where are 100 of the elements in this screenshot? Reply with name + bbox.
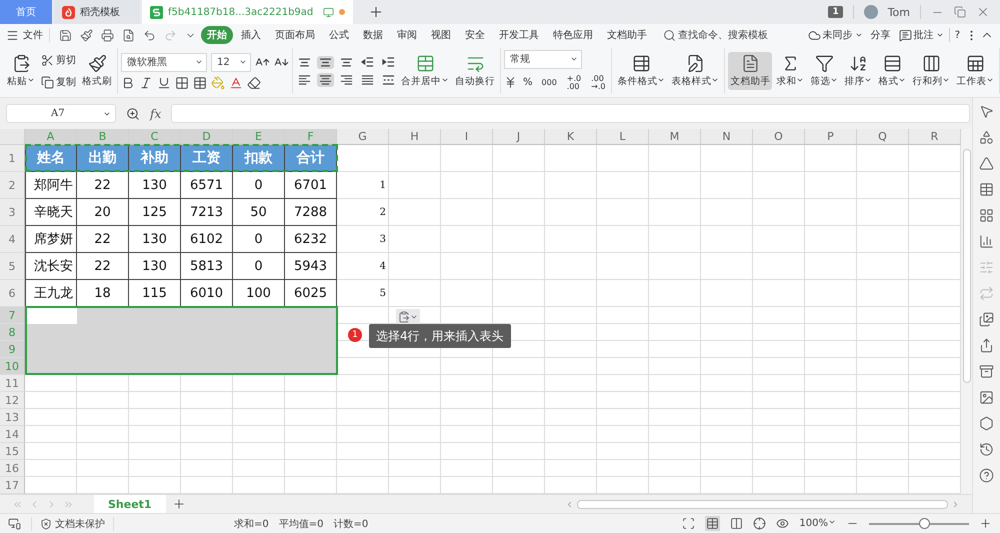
add-sheet-icon[interactable] bbox=[172, 497, 186, 511]
help-icon[interactable] bbox=[979, 468, 994, 483]
zoom-icon[interactable] bbox=[126, 106, 140, 120]
menu-tab[interactable]: 数据 bbox=[357, 26, 389, 44]
column-header[interactable]: I bbox=[441, 129, 493, 145]
row-header[interactable]: 12 bbox=[0, 392, 25, 409]
zoom-in-icon[interactable] bbox=[979, 517, 992, 530]
conditional-format-button[interactable]: 条件格式 bbox=[615, 52, 668, 90]
eraser-icon[interactable] bbox=[247, 76, 261, 90]
zoom-select[interactable]: 100% bbox=[799, 518, 836, 529]
page-break-icon[interactable] bbox=[730, 517, 744, 530]
row-header[interactable]: 3 bbox=[0, 199, 25, 226]
function-label[interactable]: fx bbox=[150, 106, 162, 120]
archive-icon[interactable] bbox=[979, 364, 994, 379]
menu-tab[interactable]: 公式 bbox=[323, 26, 355, 44]
close-icon[interactable] bbox=[976, 5, 990, 19]
menu-tab[interactable]: 视图 bbox=[425, 26, 457, 44]
fill-color-icon[interactable] bbox=[211, 76, 225, 90]
formula-input[interactable] bbox=[171, 104, 970, 123]
filter-button[interactable]: 筛选 bbox=[808, 52, 840, 90]
spreadsheet-grid[interactable] bbox=[0, 129, 961, 494]
reading-mode-icon[interactable] bbox=[753, 517, 766, 530]
align-button[interactable] bbox=[380, 73, 397, 87]
row-header[interactable]: 17 bbox=[0, 477, 25, 494]
user-name[interactable]: Tom bbox=[888, 6, 910, 18]
grid-icon[interactable] bbox=[979, 208, 994, 223]
restore-icon[interactable] bbox=[954, 6, 966, 18]
sheet-tab[interactable]: Sheet1 bbox=[94, 494, 166, 514]
chart-icon[interactable] bbox=[979, 234, 994, 249]
sliders-icon[interactable] bbox=[979, 260, 994, 275]
row-header[interactable]: 15 bbox=[0, 443, 25, 460]
align-button[interactable] bbox=[296, 56, 313, 68]
row-header[interactable]: 5 bbox=[0, 253, 25, 280]
devices-icon[interactable] bbox=[8, 517, 21, 530]
sync-button[interactable]: 未同步 bbox=[804, 28, 866, 42]
column-header[interactable]: R bbox=[909, 129, 961, 145]
copy-button[interactable]: 复制 bbox=[39, 73, 78, 91]
underline-icon[interactable] bbox=[157, 76, 171, 90]
table-style-button[interactable]: 表格样式 bbox=[669, 52, 722, 90]
percent-button[interactable]: % bbox=[521, 75, 535, 90]
hexagon-icon[interactable] bbox=[979, 416, 994, 431]
cut-button[interactable]: 剪切 bbox=[39, 51, 78, 69]
help-button[interactable]: ? bbox=[952, 30, 963, 40]
column-header[interactable]: G bbox=[337, 129, 389, 145]
rows-columns-button[interactable]: 行和列 bbox=[910, 52, 952, 90]
brush-icon[interactable] bbox=[80, 28, 93, 42]
align-button[interactable] bbox=[338, 56, 355, 68]
name-box[interactable]: A7 bbox=[6, 104, 116, 123]
vertical-scrollbar[interactable] bbox=[961, 129, 972, 494]
column-header[interactable]: M bbox=[649, 129, 701, 145]
normal-view-icon[interactable] bbox=[706, 517, 720, 530]
align-button[interactable] bbox=[359, 55, 376, 69]
align-button[interactable] bbox=[317, 56, 334, 68]
file-menu[interactable]: 文件 bbox=[6, 28, 50, 42]
protection-button[interactable]: 文档未保护 bbox=[31, 516, 114, 530]
menu-tab[interactable]: 页面布局 bbox=[269, 26, 321, 44]
row-header[interactable]: 6 bbox=[0, 280, 25, 307]
format-painter-button[interactable]: 格式刷 bbox=[80, 52, 114, 90]
row-header[interactable]: 14 bbox=[0, 426, 25, 443]
menu-tab[interactable]: 审阅 bbox=[391, 26, 423, 44]
menu-tab[interactable]: 插入 bbox=[235, 26, 267, 44]
document-tab[interactable]: 稻壳模板 bbox=[54, 0, 140, 24]
paste-options-button[interactable] bbox=[396, 309, 420, 325]
column-header[interactable]: K bbox=[545, 129, 597, 145]
history-icon[interactable] bbox=[979, 442, 994, 457]
share-button[interactable]: 分享 bbox=[868, 28, 894, 42]
column-header[interactable]: O bbox=[753, 129, 805, 145]
merge-center-button[interactable]: 合并居中 bbox=[399, 52, 451, 90]
document-assistant-button[interactable]: 文档助手 bbox=[728, 52, 772, 90]
number-format-select[interactable]: 常规 bbox=[504, 50, 582, 68]
document-tab[interactable]: f5b41187b18...3ac2221b9ad bbox=[142, 0, 354, 24]
bold-icon[interactable] bbox=[121, 76, 135, 90]
currency-icon[interactable] bbox=[504, 76, 517, 89]
row-header[interactable]: 2 bbox=[0, 172, 25, 199]
add-decimal-button[interactable]: +.0 .00 bbox=[564, 72, 584, 92]
row-header[interactable]: 1 bbox=[0, 145, 25, 172]
print-preview-icon[interactable] bbox=[122, 28, 135, 42]
menu-tab[interactable]: 安全 bbox=[459, 26, 491, 44]
window-count-badge[interactable]: 1 bbox=[828, 6, 843, 18]
column-header[interactable]: L bbox=[597, 129, 649, 145]
active-cell[interactable] bbox=[25, 307, 77, 324]
images-icon[interactable] bbox=[979, 312, 994, 327]
pointer-icon[interactable] bbox=[979, 104, 994, 119]
triangle-icon[interactable] bbox=[979, 156, 994, 171]
menu-tab[interactable]: 开发工具 bbox=[493, 26, 545, 44]
image-icon[interactable] bbox=[979, 390, 994, 405]
column-header[interactable]: Q bbox=[857, 129, 909, 145]
zoom-thumb[interactable] bbox=[919, 518, 930, 529]
print-icon[interactable] bbox=[101, 28, 114, 42]
align-button[interactable] bbox=[359, 73, 376, 87]
row-header[interactable]: 4 bbox=[0, 226, 25, 253]
save-icon[interactable] bbox=[59, 28, 72, 42]
menu-tab[interactable]: 特色应用 bbox=[547, 26, 599, 44]
thousands-button[interactable]: 000 bbox=[538, 76, 560, 88]
column-header[interactable]: J bbox=[493, 129, 545, 145]
row-header[interactable]: 16 bbox=[0, 460, 25, 477]
fullscreen-icon[interactable] bbox=[682, 517, 696, 530]
cell-style-icon[interactable] bbox=[193, 76, 207, 90]
command-search[interactable]: 查找命令、搜索模板 bbox=[663, 28, 768, 42]
paste-button[interactable]: 粘贴 bbox=[5, 52, 37, 90]
